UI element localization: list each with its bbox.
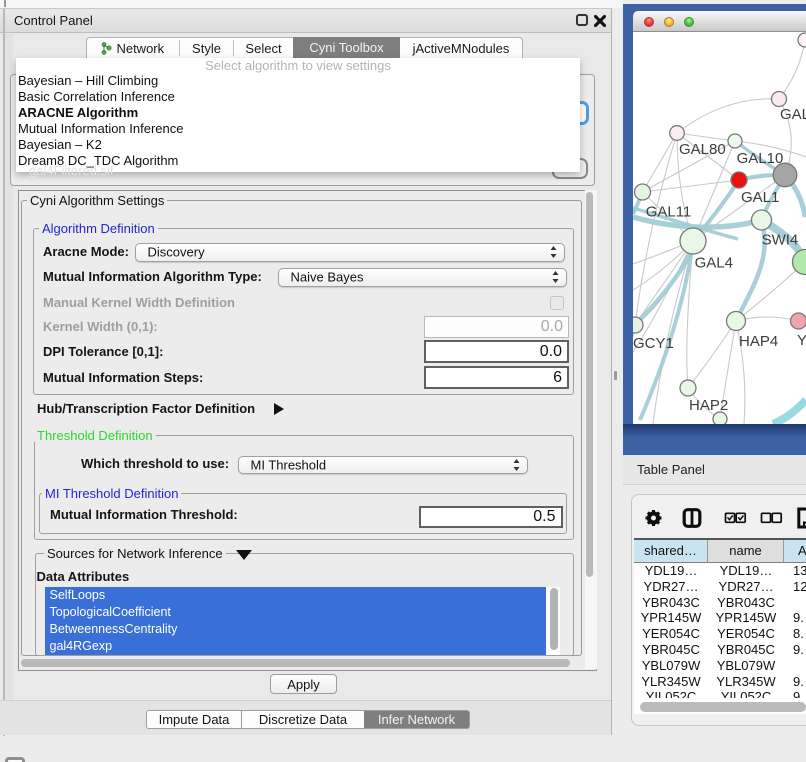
svg-text:GAL80: GAL80 [679,141,726,158]
svg-text:GAL11: GAL11 [646,204,692,221]
svg-text:SWI4: SWI4 [762,232,799,249]
svg-text:GAL1: GAL1 [741,189,779,206]
svg-text:GAL4: GAL4 [695,255,733,272]
svg-text:HAP2: HAP2 [689,397,728,414]
svg-text:Y: Y [797,332,806,349]
svg-text:HAP4: HAP4 [739,333,778,350]
svg-text:GAL7: GAL7 [780,106,806,123]
svg-text:GCY1: GCY1 [633,335,674,352]
svg-text:GAL10: GAL10 [737,150,784,167]
